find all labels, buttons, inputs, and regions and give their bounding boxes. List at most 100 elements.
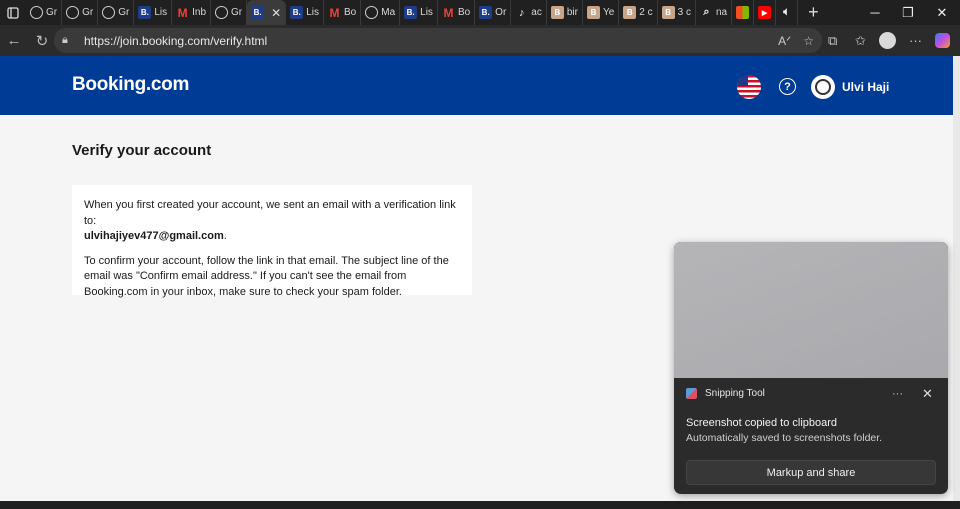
b-icon: B <box>661 6 675 19</box>
browser-tab[interactable]: Bbir <box>547 0 583 25</box>
booking-icon: B. <box>138 6 152 19</box>
profile-avatar-icon <box>879 32 896 49</box>
favorite-star-icon[interactable]: ☆ <box>803 34 814 48</box>
toast-more-button[interactable]: ··· <box>892 388 903 400</box>
snipping-tool-notification[interactable]: Snipping Tool ··· ✕ Screenshot copied to… <box>674 242 948 494</box>
window-bottom-edge <box>0 501 960 509</box>
tab-label: 2 c <box>639 7 653 18</box>
tab-label: Or <box>495 7 507 18</box>
browser-tab[interactable] <box>732 0 755 25</box>
intro-text: When you first created your account, we … <box>84 198 460 245</box>
back-arrow-icon: ← <box>6 32 22 49</box>
gmail-icon: M <box>329 5 340 20</box>
screenshot-preview[interactable] <box>674 242 948 378</box>
tab-close-icon[interactable]: ✕ <box>271 6 281 20</box>
tab-label: Lis <box>306 7 319 18</box>
b-icon: B <box>550 6 564 19</box>
email-suffix: . <box>223 230 227 242</box>
help-icon[interactable]: ? <box>779 78 796 95</box>
search-icon: ⌕ <box>703 6 710 18</box>
refresh-icon: ↻ <box>35 32 49 50</box>
toast-header: Snipping Tool <box>686 388 765 399</box>
b-icon: B <box>586 6 600 19</box>
browser-tab[interactable]: M Bo <box>324 0 362 25</box>
tab-label: Gr <box>46 7 58 18</box>
browser-tab[interactable]: ♪ ac <box>511 0 547 25</box>
profile-button[interactable] <box>879 25 896 56</box>
microsoft-icon <box>736 6 750 19</box>
tab-actions-button[interactable] <box>0 0 26 25</box>
read-aloud-icon[interactable]: Aᐟ <box>778 34 791 48</box>
close-window-button[interactable]: ✕ <box>926 0 958 25</box>
tab-label: Ma <box>381 7 396 18</box>
tab-label: Ye <box>602 7 615 18</box>
browser-toolbar: ← ↻ 🔒︎ https://join.booking.com/verify.h… <box>0 25 960 56</box>
user-avatar-icon[interactable] <box>811 75 835 99</box>
tab-label: Bo <box>344 7 357 18</box>
url-text: https://join.booking.com/verify.html <box>84 33 268 48</box>
browser-tab[interactable]: B Ye <box>583 0 620 25</box>
tab-label: Inb <box>192 7 207 18</box>
snipping-tool-icon <box>686 388 697 399</box>
youtube-icon: ▶ <box>758 6 772 19</box>
tab-actions-icon <box>7 6 19 19</box>
intro-sentence: When you first created your account, we … <box>84 199 456 227</box>
browser-tab[interactable]: B. ✕ <box>247 0 287 25</box>
tab-label: ac <box>531 7 542 18</box>
browser-tab[interactable]: B. Lis <box>134 0 173 25</box>
tab-label: Lis <box>420 7 433 18</box>
browser-tab[interactable]: Gr <box>62 0 99 25</box>
toast-title: Screenshot copied to clipboard <box>686 417 838 429</box>
email-address: ulvihajiyev477@gmail.com <box>84 230 224 242</box>
booking-icon: B. <box>290 6 304 19</box>
globe-icon <box>30 6 43 19</box>
tab-label: 3 c <box>677 7 691 18</box>
scrollbar[interactable] <box>953 56 960 501</box>
browser-tab[interactable]: Gr <box>26 0 63 25</box>
browser-tab[interactable]: ▶ <box>754 0 777 25</box>
booking-header: Booking.com ? Ulvi Haji <box>0 56 953 115</box>
verification-card: When you first created your account, we … <box>72 185 472 298</box>
site-info-icon[interactable]: 🔒︎ <box>62 34 76 47</box>
copilot-icon <box>935 33 950 48</box>
tiktok-icon: ♪ <box>519 6 525 19</box>
restore-button[interactable]: ❐ <box>892 0 924 25</box>
extensions-icon[interactable]: ⧉ <box>828 25 837 56</box>
settings-more-icon[interactable]: ··· <box>909 25 922 56</box>
browser-tab[interactable]: M Inb <box>172 0 212 25</box>
markup-and-share-button[interactable]: Markup and share <box>686 460 936 485</box>
booking-logo[interactable]: Booking.com <box>72 74 189 96</box>
us-flag-icon[interactable] <box>737 75 761 99</box>
globe-icon <box>365 6 379 19</box>
tab-label: Bo <box>457 7 471 18</box>
tab-label: bir <box>566 7 578 18</box>
address-bar[interactable]: 🔒︎ https://join.booking.com/verify.html … <box>54 28 822 53</box>
globe-icon <box>215 6 229 19</box>
browser-tab[interactable]: Gr <box>98 0 135 25</box>
audio-icon: 🔈︎ <box>783 6 790 18</box>
browser-tab[interactable]: B. Lis <box>286 0 324 25</box>
new-tab-button[interactable]: + <box>798 2 829 23</box>
browser-tab[interactable]: Ma <box>361 0 401 25</box>
booking-icon: B. <box>404 6 418 19</box>
username[interactable]: Ulvi Haji <box>842 80 889 94</box>
browser-tab[interactable]: B. Or <box>475 0 512 25</box>
minimize-button[interactable]: ─ <box>859 0 891 25</box>
browser-tab[interactable]: B3 c <box>658 0 696 25</box>
browser-tab[interactable]: 🔈︎ <box>776 0 799 25</box>
refresh-button[interactable]: ↻ <box>28 27 56 55</box>
tab-label: na <box>715 7 728 18</box>
browser-tab[interactable]: Gr <box>211 0 248 25</box>
favorites-icon[interactable]: ✩ <box>855 25 866 56</box>
browser-tab[interactable]: B2 c <box>619 0 658 25</box>
toast-close-icon[interactable]: ✕ <box>922 386 933 402</box>
browser-tab[interactable]: B. Lis <box>400 0 438 25</box>
copilot-button[interactable] <box>935 25 950 56</box>
toast-subtitle: Automatically saved to screenshots folde… <box>686 432 883 444</box>
b-icon: B <box>623 6 637 19</box>
browser-tab[interactable]: M Bo <box>438 0 476 25</box>
globe-icon <box>102 6 116 19</box>
back-button[interactable]: ← <box>0 27 28 55</box>
browser-tab[interactable]: ⌕ na <box>696 0 733 25</box>
tab-label: Gr <box>118 7 130 18</box>
